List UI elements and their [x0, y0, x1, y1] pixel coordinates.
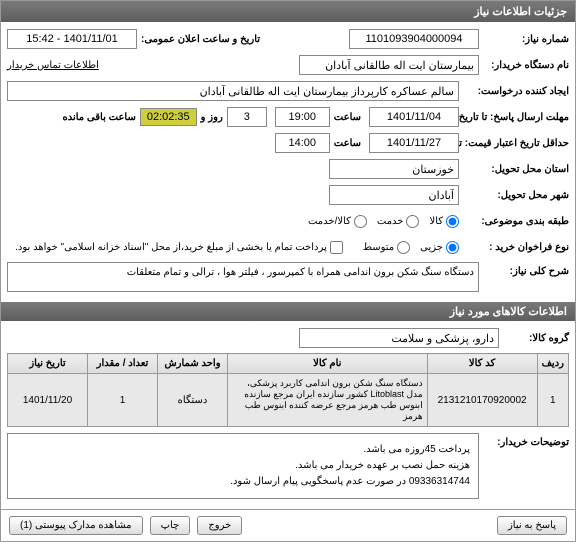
request-creator-label: ایجاد کننده درخواست: — [459, 86, 569, 97]
cell-qty: 1 — [88, 374, 158, 427]
th-qty: تعداد / مقدار — [88, 354, 158, 374]
th-code: کد کالا — [427, 354, 537, 374]
countdown-timer: 02:02:35 — [140, 108, 197, 126]
th-idx: ردیف — [537, 354, 568, 374]
buyer-name-label: نام دستگاه خریدار: — [479, 60, 569, 71]
cell-unit: دستگاه — [158, 374, 228, 427]
table-header-row: ردیف کد کالا نام کالا واحد شمارش تعداد /… — [8, 354, 569, 374]
validity-time-label: ساعت — [330, 138, 361, 149]
treasury-checkbox[interactable]: پرداخت تمام یا بخشی از مبلغ خرید،از محل … — [15, 241, 343, 254]
validity-date[interactable] — [369, 133, 459, 153]
note-line-1: پرداخت 45روزه می باشد. — [16, 442, 470, 458]
category-radio-both[interactable]: کالا/خدمت — [308, 215, 367, 228]
exit-button[interactable]: خروج — [197, 516, 242, 535]
category-radio-goods[interactable]: کالا — [429, 215, 459, 228]
print-button[interactable]: چاپ — [150, 516, 191, 535]
request-creator-input[interactable] — [7, 81, 459, 101]
note-line-3: 09336314744 در صورت عدم پاسخگویی پیام ار… — [16, 474, 470, 490]
deadline-days-label: روز و — [197, 112, 227, 123]
answer-button[interactable]: پاسخ به نیاز — [497, 516, 567, 535]
remaining-label: ساعت باقی مانده — [58, 112, 139, 123]
category-radio-service[interactable]: خدمت — [377, 215, 420, 228]
cell-date: 1401/11/20 — [8, 374, 88, 427]
province-label: استان محل تحویل: — [459, 164, 569, 175]
deadline-time[interactable] — [275, 107, 330, 127]
need-number-input[interactable] — [349, 29, 479, 49]
deadline-date[interactable] — [369, 107, 459, 127]
deadline-time-label: ساعت — [330, 112, 361, 123]
cell-code: 2131210170920002 — [427, 374, 537, 427]
cell-idx: 1 — [537, 374, 568, 427]
goods-group-input[interactable] — [299, 328, 499, 348]
category-label: طبقه بندی موضوعی: — [459, 216, 569, 227]
announce-input[interactable] — [7, 29, 137, 49]
need-number-label: شماره نیاز: — [479, 34, 569, 45]
th-date: تاریخ نیاز — [8, 354, 88, 374]
deadline-label: مهلت ارسال پاسخ: تا تاریخ: — [459, 112, 569, 123]
attachments-button[interactable]: مشاهده مدارک پیوستی (1) — [9, 516, 143, 535]
validity-label: حداقل تاریخ اعتبار قیمت: تا — [459, 138, 569, 149]
goods-table: ردیف کد کالا نام کالا واحد شمارش تعداد /… — [7, 353, 569, 427]
province-input[interactable] — [329, 159, 459, 179]
city-label: شهر محل تحویل: — [459, 190, 569, 201]
note-line-2: هزینه حمل نصب بر عهده خریدار می باشد. — [16, 458, 470, 474]
buyer-name-input[interactable] — [299, 55, 479, 75]
cell-name: دستگاه سنگ شکن برون اندامی کاربرد پزشکی،… — [228, 374, 428, 427]
notes-label: توضیحات خریدار: — [479, 433, 569, 448]
th-unit: واحد شمارش — [158, 354, 228, 374]
announce-label: تاریخ و ساعت اعلان عمومی: — [137, 34, 260, 45]
purchase-radio-medium[interactable]: متوسط — [363, 241, 410, 254]
validity-time[interactable] — [275, 133, 330, 153]
deadline-days[interactable] — [227, 107, 267, 127]
purchase-radio-minor[interactable]: جزیی — [420, 241, 459, 254]
desc-textarea[interactable]: دستگاه سنگ شکن برون اندامی همراه با کمپر… — [7, 262, 479, 292]
th-name: نام کالا — [228, 354, 428, 374]
notes-content: پرداخت 45روزه می باشد. هزینه حمل نصب بر … — [7, 433, 479, 499]
footer-toolbar: خروج چاپ مشاهده مدارک پیوستی (1) پاسخ به… — [1, 509, 575, 541]
goods-group-label: گروه کالا: — [499, 333, 569, 344]
goods-section-header: اطلاعات کالاهای مورد نیاز — [1, 302, 575, 321]
purchase-type-label: نوع فراخوان خرید : — [459, 242, 569, 253]
desc-label: شرح کلی نیاز: — [479, 262, 569, 277]
table-row[interactable]: 1 2131210170920002 دستگاه سنگ شکن برون ا… — [8, 374, 569, 427]
city-input[interactable] — [329, 185, 459, 205]
window-title: جزئیات اطلاعات نیاز — [1, 1, 575, 22]
buyer-contact-link[interactable]: اطلاعات تماس خریدار — [7, 60, 99, 71]
